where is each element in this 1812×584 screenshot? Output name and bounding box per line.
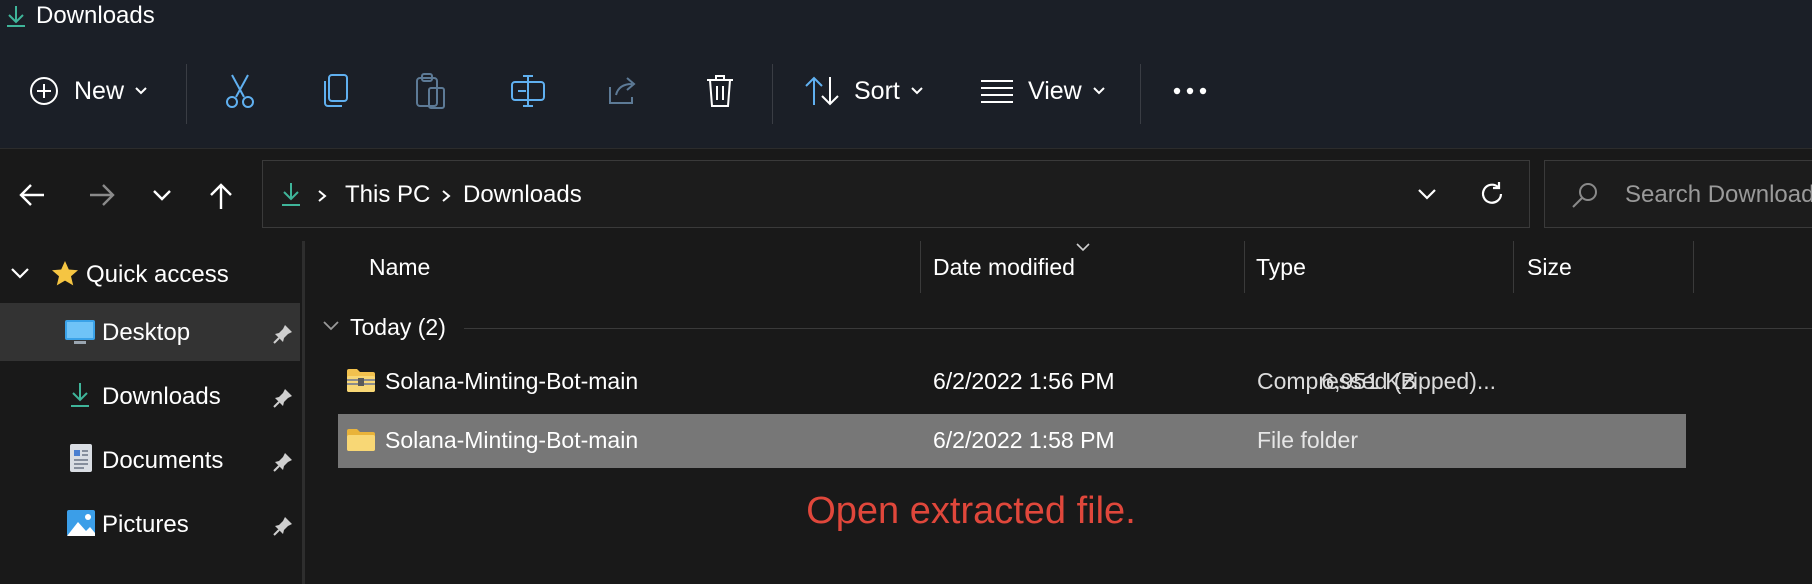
file-row[interactable]: Solana-Minting-Bot-main 6/2/2022 1:56 PM…	[338, 355, 1686, 409]
pin-icon	[273, 325, 292, 344]
document-icon	[70, 444, 92, 472]
new-label: New	[74, 76, 125, 105]
sort-button[interactable]: Sort	[804, 34, 924, 148]
more-options-button[interactable]	[1172, 34, 1208, 148]
share-icon	[609, 77, 636, 104]
column-header-name[interactable]: Name	[369, 254, 430, 281]
recent-locations-chevron-icon[interactable]	[152, 189, 172, 201]
file-name: Solana-Minting-Bot-main	[385, 368, 639, 394]
star-icon	[52, 261, 78, 286]
search-icon	[1572, 183, 1597, 208]
up-arrow-icon[interactable]	[208, 182, 234, 210]
sort-label: Sort	[854, 76, 900, 105]
breadcrumb-this-pc[interactable]: This PC	[345, 181, 430, 209]
group-collapse-chevron-icon[interactable]	[322, 320, 340, 332]
title-bar: Downloads	[0, 0, 1812, 34]
chevron-down-icon	[911, 87, 923, 95]
column-header-type[interactable]: Type	[1256, 254, 1306, 281]
file-size: 6,951 KB	[1321, 368, 1416, 394]
forward-arrow-icon[interactable]	[88, 182, 116, 208]
download-icon	[282, 183, 300, 206]
sidebar-item-label: Downloads	[102, 383, 221, 410]
group-header-today[interactable]: Today (2)	[350, 314, 446, 341]
search-input[interactable]: Search Downloads	[1544, 160, 1812, 228]
annotation-text: Open extracted file.	[806, 490, 1136, 532]
folder-icon	[347, 429, 375, 451]
copy-icon	[324, 74, 348, 107]
chevron-down-icon	[1093, 87, 1105, 95]
more-icon	[1173, 87, 1207, 95]
cut-button[interactable]	[224, 34, 256, 148]
column-header-date-modified[interactable]: Date modified	[933, 254, 1075, 281]
column-header-size[interactable]: Size	[1527, 254, 1572, 281]
download-icon	[7, 6, 25, 27]
rename-button[interactable]	[510, 34, 546, 148]
delete-button[interactable]	[704, 34, 736, 148]
window-title: Downloads	[36, 2, 155, 29]
file-row-selected[interactable]: Solana-Minting-Bot-main 6/2/2022 1:58 PM…	[338, 414, 1686, 468]
back-arrow-icon[interactable]	[18, 182, 46, 208]
command-bar: New Sort View	[0, 34, 1812, 149]
sidebar-item-desktop[interactable]: Desktop	[0, 303, 300, 361]
address-history-chevron-icon[interactable]	[1417, 188, 1437, 200]
view-label: View	[1028, 76, 1082, 105]
paste-icon	[416, 73, 445, 109]
sidebar-item-documents[interactable]: Documents	[0, 431, 302, 489]
toolbar-divider	[1140, 64, 1141, 124]
new-button[interactable]: New	[28, 34, 148, 148]
toolbar-divider	[186, 64, 187, 124]
paste-button[interactable]	[414, 34, 448, 148]
delete-icon	[707, 75, 733, 107]
file-type: File folder	[1257, 427, 1358, 453]
refresh-icon[interactable]	[1479, 181, 1505, 207]
sidebar-item-label: Desktop	[102, 319, 191, 346]
pin-icon	[273, 453, 292, 472]
plus-circle-icon	[30, 77, 58, 105]
list-view-icon	[981, 80, 1013, 103]
share-button[interactable]	[606, 34, 640, 148]
view-button[interactable]: View	[980, 34, 1106, 148]
sidebar-item-label: Documents	[102, 447, 224, 474]
search-placeholder: Search Downloads	[1625, 181, 1812, 208]
address-bar[interactable]: This PC Downloads	[262, 160, 1530, 228]
breadcrumb-downloads[interactable]: Downloads	[463, 181, 582, 209]
breadcrumb-separator-icon	[318, 190, 327, 202]
column-divider[interactable]	[1244, 241, 1245, 293]
chevron-down-icon[interactable]	[10, 267, 30, 279]
column-divider[interactable]	[1513, 241, 1514, 293]
file-name: Solana-Minting-Bot-main	[385, 427, 639, 453]
cut-icon	[226, 74, 254, 108]
toolbar-divider	[772, 64, 773, 124]
sort-descending-icon	[1076, 243, 1090, 252]
sidebar-item-quick-access[interactable]: Quick access	[0, 245, 302, 303]
column-divider[interactable]	[920, 241, 921, 293]
column-divider[interactable]	[1693, 241, 1694, 293]
file-date: 6/2/2022 1:58 PM	[933, 427, 1115, 453]
download-icon	[71, 383, 89, 407]
group-divider	[464, 328, 1812, 329]
rename-icon	[511, 75, 545, 107]
breadcrumb-separator-icon	[442, 190, 451, 202]
sidebar-item-downloads[interactable]: Downloads	[0, 367, 302, 425]
file-date: 6/2/2022 1:56 PM	[933, 368, 1115, 394]
chevron-down-icon	[135, 87, 147, 95]
desktop-icon	[65, 320, 95, 344]
copy-button[interactable]	[320, 34, 352, 148]
pin-icon	[273, 389, 292, 408]
sort-icon	[805, 76, 839, 106]
sidebar-item-label: Quick access	[86, 261, 229, 288]
zip-folder-icon	[347, 369, 375, 392]
